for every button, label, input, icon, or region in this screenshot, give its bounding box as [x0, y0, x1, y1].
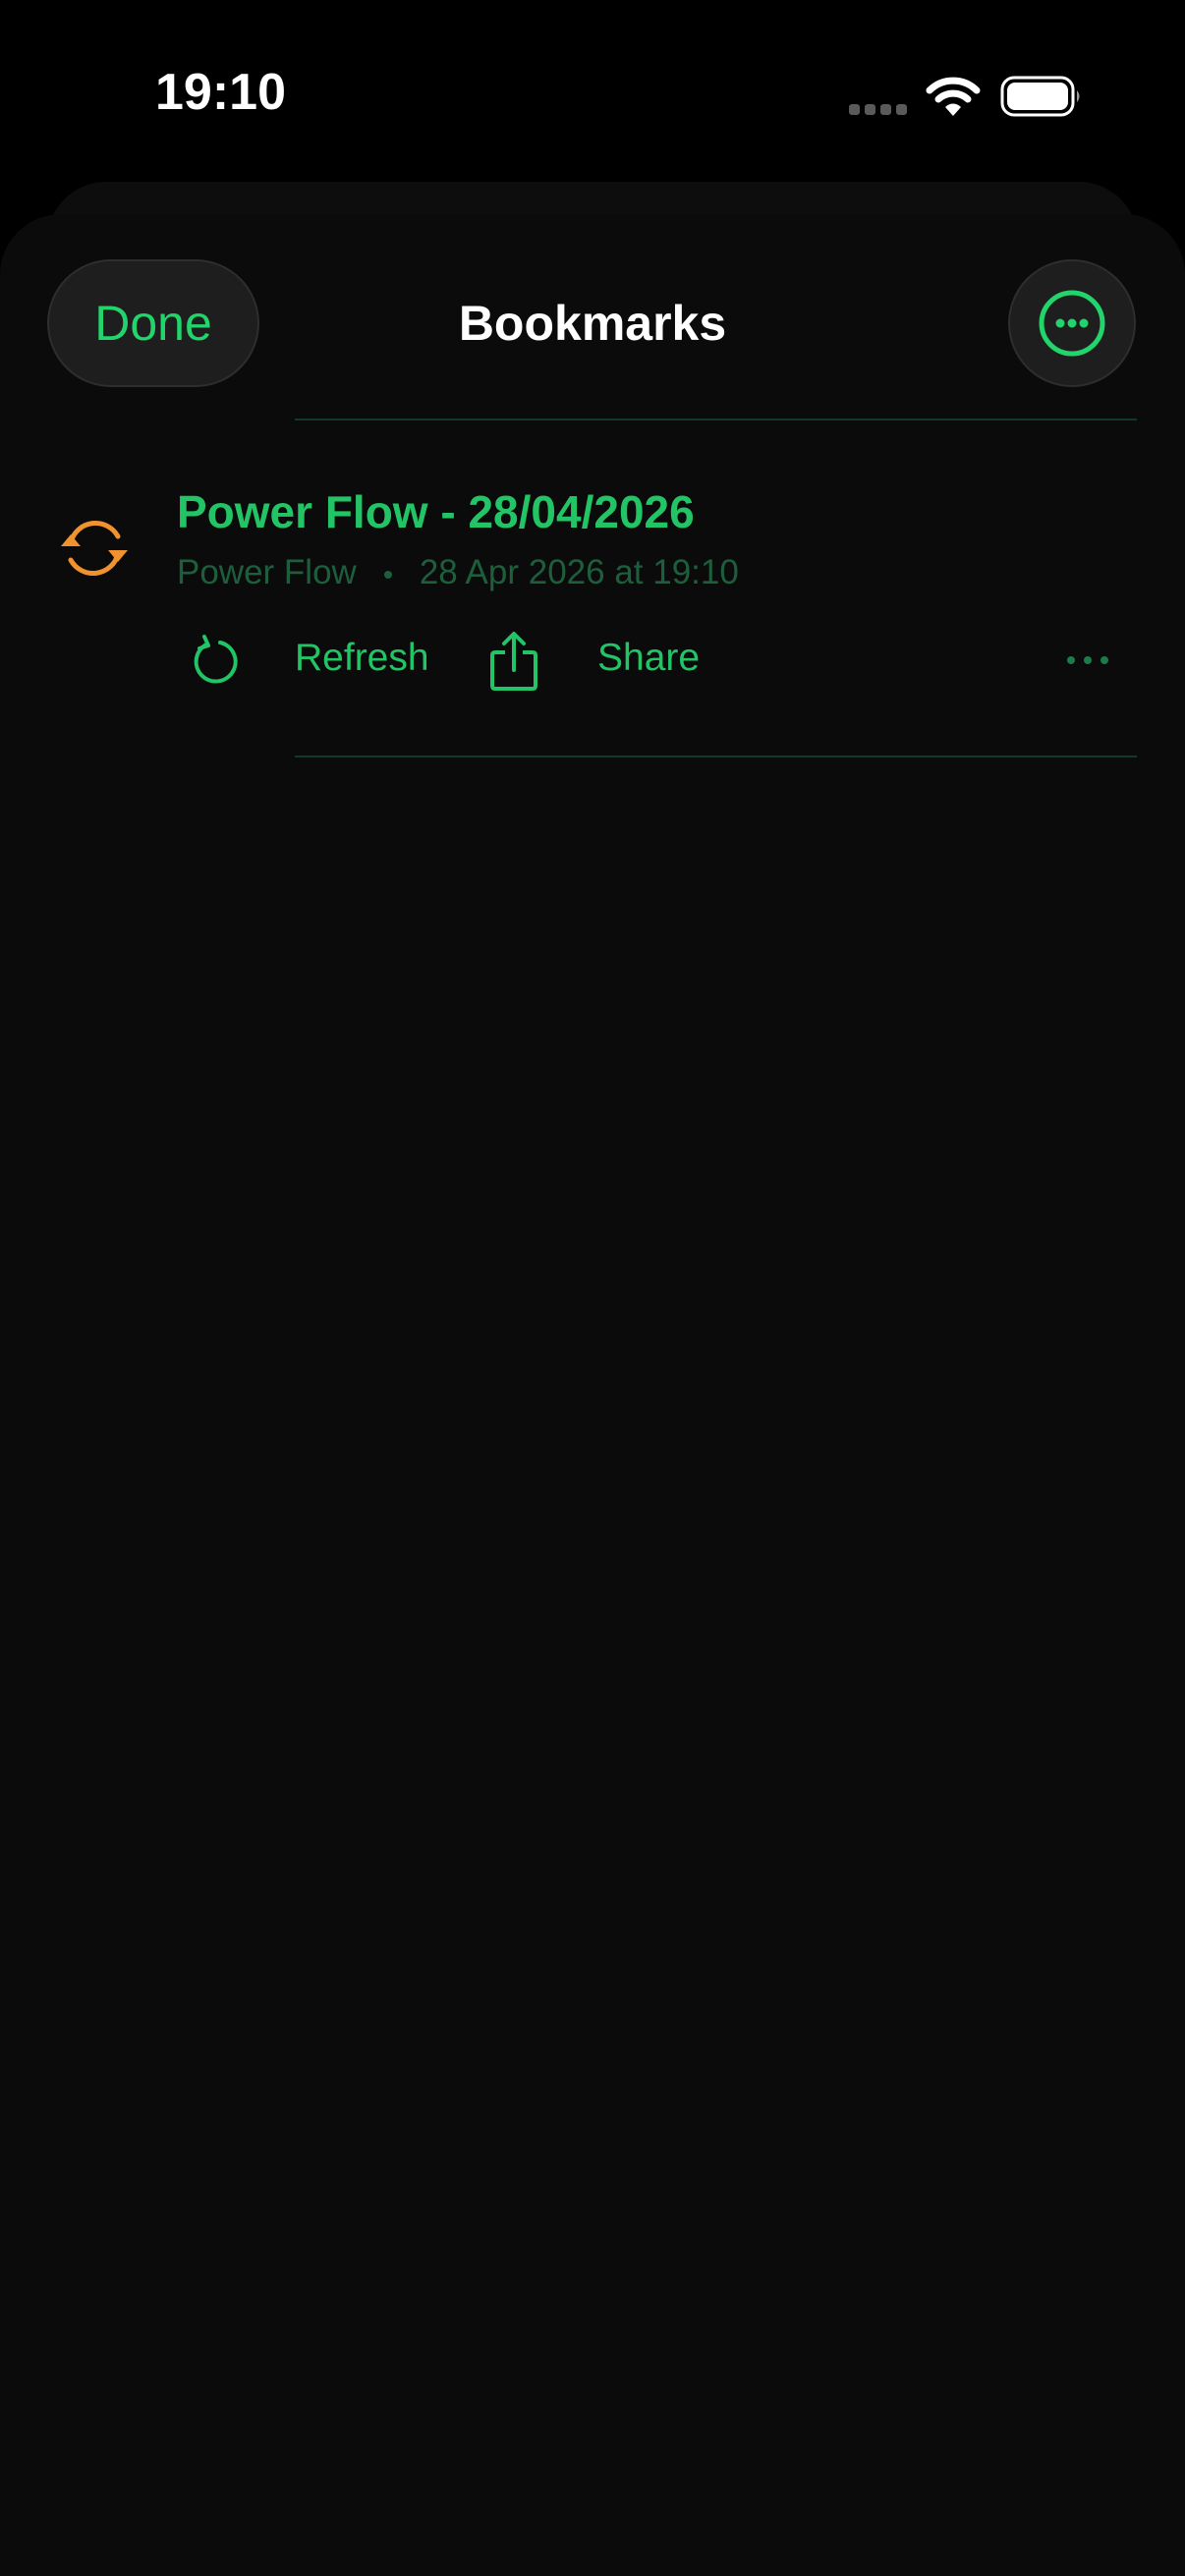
refresh-button[interactable]: Refresh [295, 637, 429, 680]
bookmark-subtitle: Power Flow 28 Apr 2026 at 19:10 [177, 553, 739, 592]
more-options-button[interactable] [1008, 259, 1136, 387]
row-divider [295, 756, 1137, 757]
status-time: 19:10 [155, 64, 286, 121]
row-more-icon[interactable] [1065, 652, 1114, 668]
wifi-icon [926, 77, 981, 116]
sync-arrows-icon [61, 520, 128, 577]
battery-icon [1000, 76, 1080, 117]
share-icon[interactable] [489, 631, 538, 692]
header-divider [295, 419, 1137, 420]
status-bar: 19:10 [0, 0, 1185, 187]
bookmark-date: 28 Apr 2026 at 19:10 [419, 553, 739, 591]
cellular-signal-icon [849, 102, 912, 120]
ellipsis-circle-icon [1039, 290, 1105, 357]
share-button[interactable]: Share [597, 637, 700, 680]
bookmark-title: Power Flow - 28/04/2026 [177, 486, 695, 537]
bookmark-app-name: Power Flow [177, 553, 357, 591]
refresh-icon[interactable] [187, 634, 238, 689]
separator-dot [383, 570, 392, 579]
